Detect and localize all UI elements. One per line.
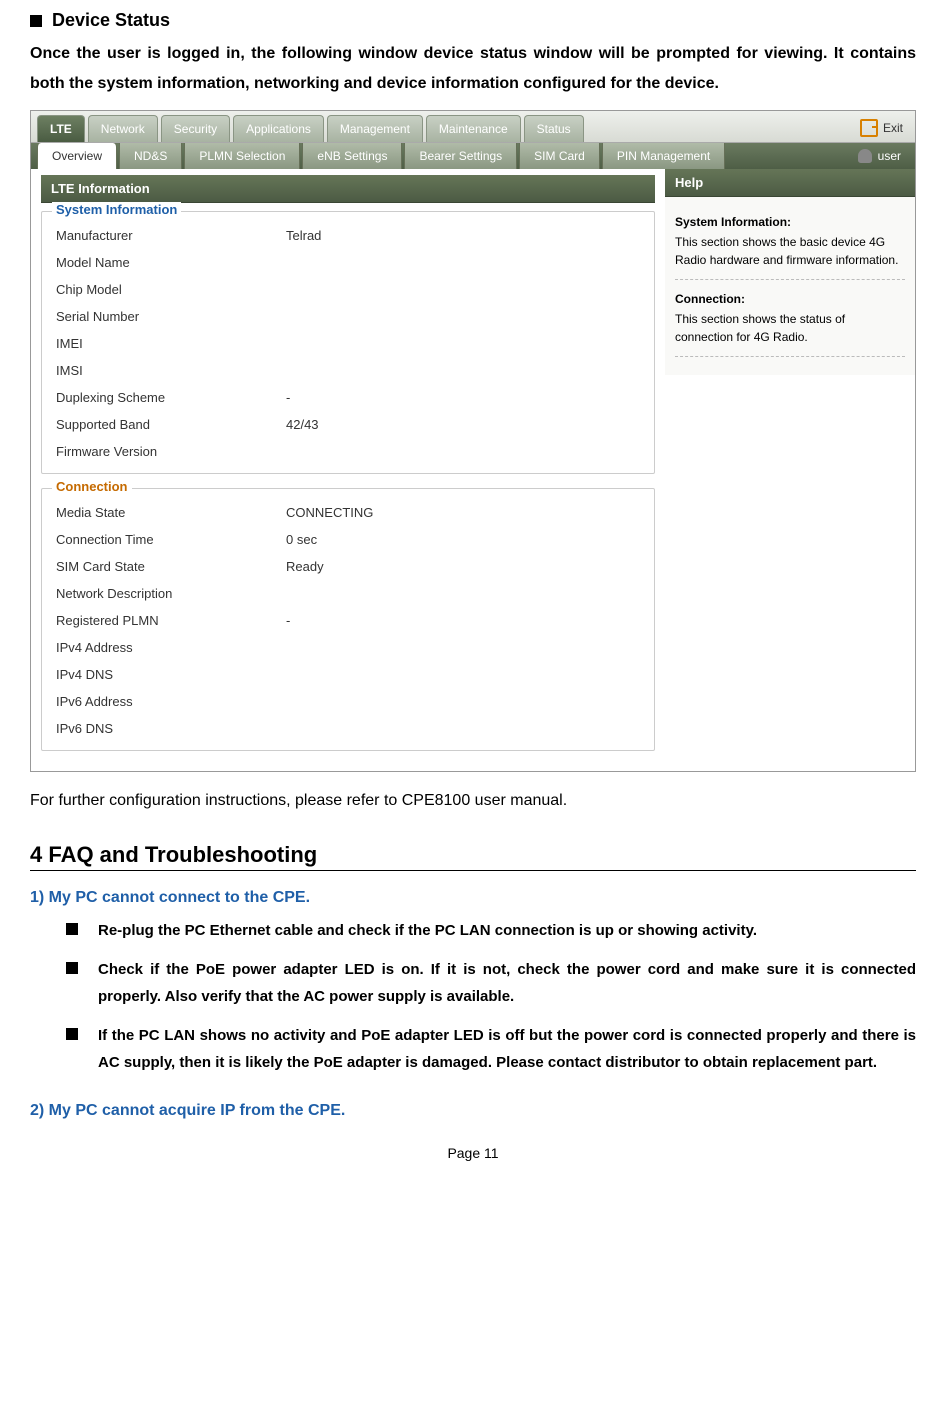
row-net-desc: Network Description bbox=[56, 580, 640, 607]
row-reg-plmn: Registered PLMN- bbox=[56, 607, 640, 634]
connection-legend: Connection bbox=[52, 479, 132, 494]
row-ipv6-dns: IPv6 DNS bbox=[56, 715, 640, 742]
row-conn-time: Connection Time0 sec bbox=[56, 526, 640, 553]
connection-panel: Connection Media StateCONNECTING Connect… bbox=[41, 488, 655, 751]
heading-text: Device Status bbox=[52, 10, 170, 31]
row-imsi: IMSI bbox=[56, 357, 640, 384]
tab-lte[interactable]: LTE bbox=[37, 115, 85, 142]
row-model: Model Name bbox=[56, 249, 640, 276]
subtab-overview[interactable]: Overview bbox=[37, 143, 117, 169]
user-label: user bbox=[878, 149, 901, 163]
row-ipv4-dns: IPv4 DNS bbox=[56, 661, 640, 688]
row-ipv6: IPv6 Address bbox=[56, 688, 640, 715]
row-firmware: Firmware Version bbox=[56, 438, 640, 465]
row-band: Supported Band42/43 bbox=[56, 411, 640, 438]
heading-device-status: Device Status bbox=[30, 10, 916, 31]
tab-status[interactable]: Status bbox=[524, 115, 584, 142]
post-screenshot-text: For further configuration instructions, … bbox=[30, 787, 916, 814]
sub-tab-bar: Overview ND&S PLMN Selection eNB Setting… bbox=[31, 143, 915, 169]
subtab-bearer[interactable]: Bearer Settings bbox=[404, 143, 517, 169]
bullet-square-icon bbox=[66, 923, 78, 935]
help-title: Help bbox=[665, 169, 915, 197]
help-sys-heading: System Information: bbox=[675, 213, 905, 231]
bullet-square-icon bbox=[66, 1028, 78, 1040]
faq-q1-bullet1: Re-plug the PC Ethernet cable and check … bbox=[30, 917, 916, 944]
main-column: LTE Information System Information Manuf… bbox=[31, 169, 665, 771]
row-manufacturer: ManufacturerTelrad bbox=[56, 222, 640, 249]
row-serial: Serial Number bbox=[56, 303, 640, 330]
tab-management[interactable]: Management bbox=[327, 115, 423, 142]
help-conn-heading: Connection: bbox=[675, 290, 905, 308]
subtab-enb[interactable]: eNB Settings bbox=[302, 143, 402, 169]
user-icon bbox=[858, 149, 872, 163]
exit-link[interactable]: Exit bbox=[860, 119, 903, 137]
row-ipv4: IPv4 Address bbox=[56, 634, 640, 661]
help-column: Help System Information: This section sh… bbox=[665, 169, 915, 771]
row-sim-state: SIM Card StateReady bbox=[56, 553, 640, 580]
main-tab-bar: LTE Network Security Applications Manage… bbox=[31, 111, 915, 143]
faq-q2: 2) My PC cannot acquire IP from the CPE. bbox=[30, 1102, 916, 1120]
help-conn-body: This section shows the status of connect… bbox=[675, 310, 905, 346]
tab-applications[interactable]: Applications bbox=[233, 115, 324, 142]
row-chip: Chip Model bbox=[56, 276, 640, 303]
tab-maintenance[interactable]: Maintenance bbox=[426, 115, 521, 142]
subtab-pin[interactable]: PIN Management bbox=[602, 143, 725, 169]
row-imei: IMEI bbox=[56, 330, 640, 357]
faq-heading: 4 FAQ and Troubleshooting bbox=[30, 842, 916, 871]
bullet-square-icon bbox=[66, 962, 78, 974]
embedded-ui-screenshot: LTE Network Security Applications Manage… bbox=[30, 110, 916, 772]
system-info-legend: System Information bbox=[52, 202, 181, 217]
intro-paragraph: Once the user is logged in, the followin… bbox=[30, 39, 916, 100]
subtab-plmn[interactable]: PLMN Selection bbox=[184, 143, 300, 169]
subtab-sim[interactable]: SIM Card bbox=[519, 143, 600, 169]
exit-icon bbox=[860, 119, 878, 137]
faq-q1: 1) My PC cannot connect to the CPE. bbox=[30, 889, 916, 907]
exit-label: Exit bbox=[883, 121, 903, 135]
page-number: Page 11 bbox=[30, 1145, 916, 1161]
faq-q1-bullet3: If the PC LAN shows no activity and PoE … bbox=[30, 1022, 916, 1076]
bullet-square-icon bbox=[30, 15, 42, 27]
system-info-panel: System Information ManufacturerTelrad Mo… bbox=[41, 211, 655, 474]
faq-q1-bullet2: Check if the PoE power adapter LED is on… bbox=[30, 956, 916, 1010]
panel-title: LTE Information bbox=[41, 175, 655, 203]
subtab-nds[interactable]: ND&S bbox=[119, 143, 182, 169]
content-row: LTE Information System Information Manuf… bbox=[31, 169, 915, 771]
help-sys-body: This section shows the basic device 4G R… bbox=[675, 233, 905, 269]
row-media-state: Media StateCONNECTING bbox=[56, 499, 640, 526]
help-body: System Information: This section shows t… bbox=[665, 197, 915, 375]
row-duplex: Duplexing Scheme- bbox=[56, 384, 640, 411]
header-right-links: Exit bbox=[854, 115, 909, 141]
tab-network[interactable]: Network bbox=[88, 115, 158, 142]
tab-security[interactable]: Security bbox=[161, 115, 230, 142]
